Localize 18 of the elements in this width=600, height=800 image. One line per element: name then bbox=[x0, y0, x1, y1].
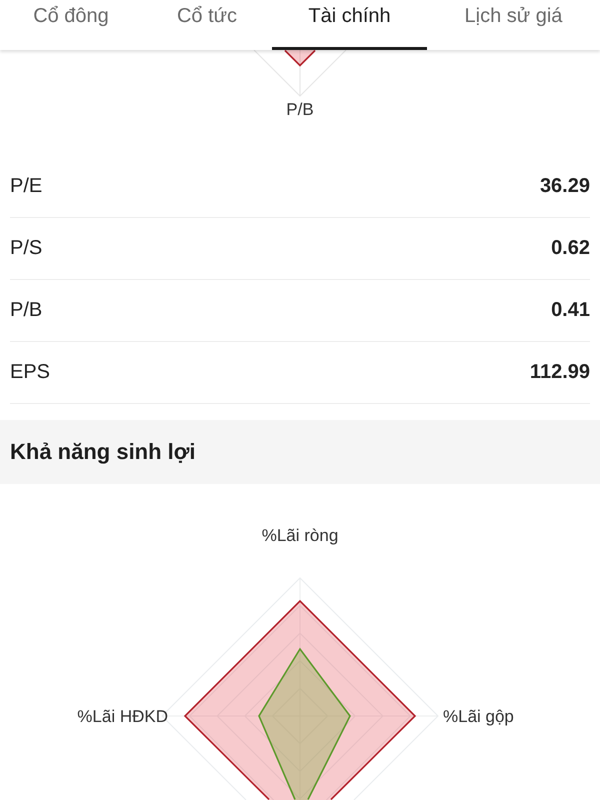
tab[interactable]: Cổ tức bbox=[142, 0, 272, 50]
metric-label: P/E bbox=[10, 175, 42, 198]
metric-label: P/B bbox=[10, 299, 42, 322]
axis-label: %Lãi gộp bbox=[443, 707, 514, 726]
metric-label: P/S bbox=[10, 237, 42, 260]
tab[interactable]: Cổ đông bbox=[0, 0, 142, 50]
axis-label: P/B bbox=[286, 100, 314, 120]
metric-value: 36.29 bbox=[540, 175, 590, 198]
tab[interactable]: Tài chính bbox=[272, 0, 427, 50]
radar-series-area bbox=[284, 50, 316, 67]
metric-value: 0.62 bbox=[551, 237, 590, 260]
section-heading: Khả năng sinh lợi bbox=[0, 420, 600, 484]
axis-label: %Lãi HĐKD bbox=[77, 707, 168, 726]
tab[interactable]: Lịch sử giá bbox=[427, 0, 600, 50]
metric-label: EPS bbox=[10, 361, 50, 384]
metric-value: 112.99 bbox=[530, 361, 590, 384]
metric-value: 0.41 bbox=[551, 299, 590, 322]
axis-label: %Lãi ròng bbox=[262, 526, 338, 545]
